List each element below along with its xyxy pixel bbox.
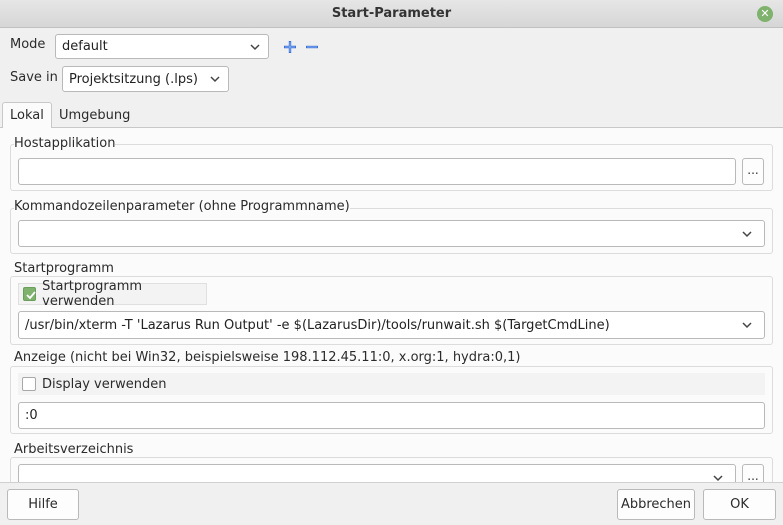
mode-label: Mode <box>10 37 46 52</box>
workdir-browse-button[interactable]: ... <box>742 464 764 482</box>
mode-dropdown[interactable]: default <box>55 34 269 59</box>
workdir-combobox[interactable] <box>18 464 736 482</box>
launcher-combobox[interactable]: /usr/bin/xterm -T 'Lazarus Run Output' -… <box>18 311 765 339</box>
chevron-down-icon <box>250 43 260 50</box>
launcher-checkbox-label: Startprogramm verwenden <box>42 279 143 309</box>
launcher-value: /usr/bin/xterm -T 'Lazarus Run Output' -… <box>25 317 610 333</box>
button-bar: Hilfe Abbrechen OK <box>0 482 783 525</box>
save-in-value: Projektsitzung (.lps) <box>69 71 198 87</box>
minus-icon[interactable] <box>304 39 320 55</box>
cmdline-title: Kommandozeilenparameter (ohne Programmna… <box>14 199 350 214</box>
mode-value: default <box>62 39 108 54</box>
host-browse-label: ... <box>747 163 759 177</box>
display-checkbox-row[interactable]: Display verwenden <box>18 373 765 395</box>
display-checkbox-label: Display verwenden <box>42 376 167 392</box>
launcher-title: Startprogramm <box>14 261 114 276</box>
chevron-down-icon[interactable] <box>740 227 754 241</box>
chevron-down-icon[interactable] <box>711 471 725 483</box>
check-icon <box>26 291 36 300</box>
save-in-dropdown[interactable]: Projektsitzung (.lps) <box>62 66 229 92</box>
display-title: Anzeige (nicht bei Win32, beispielsweise… <box>14 350 521 365</box>
launcher-checkbox-row[interactable]: Startprogramm verwenden <box>18 279 207 309</box>
help-button[interactable]: Hilfe <box>7 489 79 520</box>
tab-lokal-label: Lokal <box>10 108 44 123</box>
display-checkbox[interactable] <box>22 377 36 391</box>
workdir-title: Arbeitsverzeichnis <box>14 442 134 457</box>
chevron-down-icon <box>210 76 220 83</box>
chevron-down-icon[interactable] <box>740 318 754 332</box>
tab-lokal[interactable]: Lokal <box>2 102 52 129</box>
plus-icon[interactable] <box>282 39 298 55</box>
cancel-button-label: Abbrechen <box>620 497 692 512</box>
ok-button[interactable]: OK <box>703 489 776 520</box>
cancel-button[interactable]: Abbrechen <box>617 489 695 520</box>
tab-umgebung[interactable]: Umgebung <box>52 102 137 129</box>
close-icon[interactable]: ✕ <box>757 6 773 22</box>
workdir-browse-label: ... <box>747 469 759 482</box>
header-settings: Mode default Save in Projektsitzung (.lp… <box>0 29 783 93</box>
host-input[interactable] <box>18 158 736 185</box>
window-title: Start-Parameter <box>331 6 452 21</box>
tab-umgebung-label: Umgebung <box>59 108 131 123</box>
tab-bar: Lokal Umgebung <box>0 102 783 129</box>
save-in-label: Save in <box>10 70 58 85</box>
display-value: :0 <box>25 408 38 423</box>
host-browse-button[interactable]: ... <box>742 158 764 185</box>
host-title: Hostapplikation <box>14 136 116 151</box>
help-button-label: Hilfe <box>28 497 58 512</box>
display-input[interactable]: :0 <box>18 402 765 429</box>
title-bar: Start-Parameter ✕ <box>0 0 783 28</box>
tab-panel-lokal: Hostapplikation ... Kommandozeilenparame… <box>0 128 783 482</box>
ok-button-label: OK <box>730 497 749 512</box>
cmdline-combobox[interactable] <box>18 220 765 247</box>
launcher-checkbox[interactable] <box>23 287 37 301</box>
